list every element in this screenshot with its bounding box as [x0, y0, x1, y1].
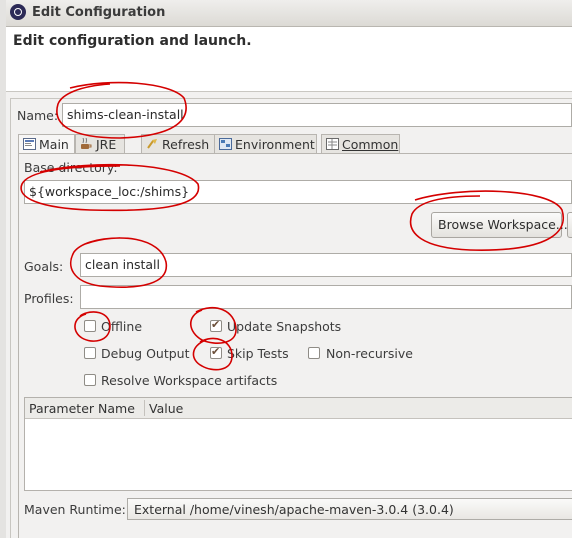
title-bar[interactable]: Edit Configuration	[6, 0, 572, 27]
jre-icon	[80, 137, 93, 150]
update-snapshots-checkbox[interactable]	[210, 318, 222, 332]
tab-refresh-label: Refresh	[162, 137, 210, 152]
skip-tests-label: Skip Tests	[227, 346, 289, 361]
goals-label: Goals:	[24, 259, 64, 274]
parameters-table-header: Parameter Name Value	[25, 398, 572, 419]
header-title: Edit configuration and launch.	[13, 33, 252, 49]
environment-icon	[219, 138, 232, 150]
column-header-value[interactable]: Value	[149, 401, 183, 416]
tab-environment-label: Environment	[235, 137, 315, 152]
column-separator[interactable]	[144, 400, 145, 416]
resolve-workspace-label: Resolve Workspace artifacts	[101, 373, 278, 388]
common-icon	[326, 138, 339, 150]
dialog-header: Edit configuration and launch.	[6, 27, 572, 92]
tab-main[interactable]: Main	[18, 134, 75, 155]
profiles-label: Profiles:	[24, 291, 74, 306]
update-snapshots-label: Update Snapshots	[227, 319, 342, 334]
column-header-parameter-name[interactable]: Parameter Name	[29, 401, 135, 416]
tab-main-label: Main	[39, 137, 69, 152]
offline-checkbox[interactable]	[84, 320, 96, 332]
base-directory-label: Base directory:	[24, 160, 118, 175]
debug-output-checkbox[interactable]	[84, 347, 96, 359]
browse-filesystem-button-partial[interactable]	[567, 212, 572, 238]
resolve-workspace-checkbox[interactable]	[84, 374, 96, 386]
non-recursive-checkbox[interactable]	[308, 347, 320, 359]
base-directory-input[interactable]: ${workspace_loc:/shims}	[24, 180, 572, 204]
tab-jre[interactable]: JRE	[75, 134, 125, 154]
profiles-input[interactable]	[80, 285, 572, 309]
screen: Edit Configuration Edit configuration an…	[0, 0, 572, 538]
debug-output-label: Debug Output	[101, 346, 190, 361]
tab-common[interactable]: Common	[321, 134, 400, 154]
maven-runtime-select[interactable]: External /home/vinesh/apache-maven-3.0.4…	[127, 498, 572, 520]
maven-main-icon	[23, 138, 36, 150]
parameters-table[interactable]: Parameter Name Value	[24, 397, 572, 491]
refresh-icon	[146, 138, 159, 150]
name-input[interactable]: shims-clean-install	[62, 103, 572, 127]
tab-jre-label: JRE	[96, 137, 117, 152]
skip-tests-checkbox[interactable]	[210, 345, 222, 359]
maven-runtime-label: Maven Runtime:	[24, 502, 126, 517]
offline-label: Offline	[101, 319, 143, 334]
non-recursive-label: Non-recursive	[326, 346, 413, 361]
tab-environment[interactable]: Environment	[214, 134, 317, 154]
tab-common-label: Common	[342, 137, 399, 152]
name-label: Name:	[17, 108, 59, 123]
eclipse-app-icon	[10, 4, 26, 20]
browse-workspace-button[interactable]: Browse Workspace...	[431, 212, 568, 238]
goals-input[interactable]: clean install	[80, 253, 572, 277]
window-title: Edit Configuration	[32, 5, 166, 20]
